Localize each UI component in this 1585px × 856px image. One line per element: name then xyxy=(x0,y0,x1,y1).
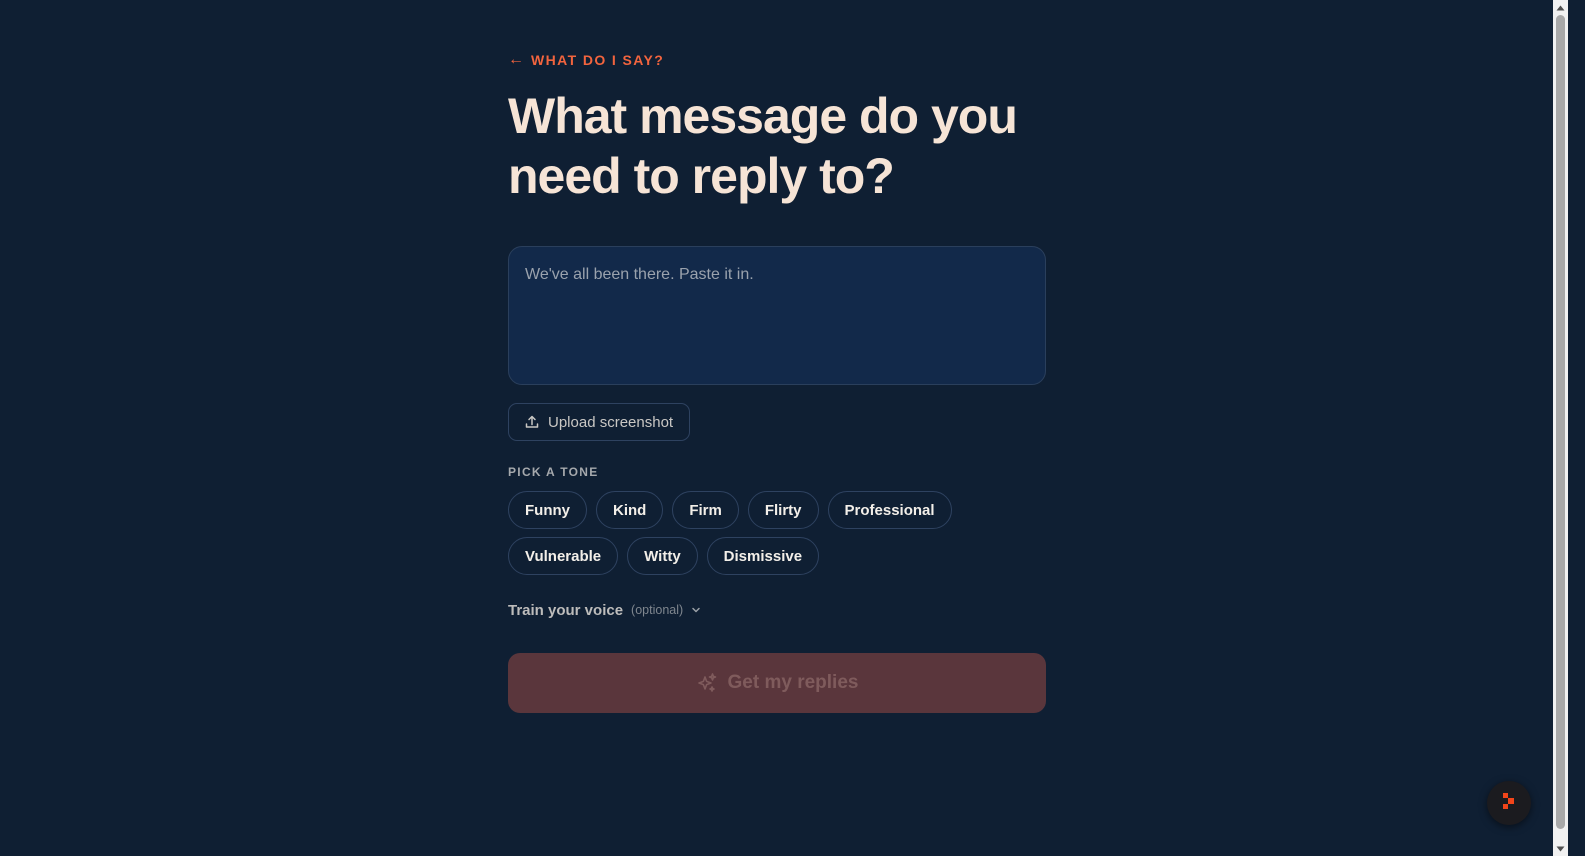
upload-icon xyxy=(525,415,539,429)
page: ← WHAT DO I SAY? What message do you nee… xyxy=(0,0,1585,856)
sparkles-icon xyxy=(696,672,718,694)
tone-chip-witty[interactable]: Witty xyxy=(627,537,698,575)
get-replies-label: Get my replies xyxy=(727,672,859,693)
back-link-label: WHAT DO I SAY? xyxy=(531,52,665,68)
upload-button-label: Upload screenshot xyxy=(548,413,674,431)
back-arrow-icon: ← xyxy=(508,51,524,68)
tone-options: Funny Kind Firm Flirty Professional Vuln… xyxy=(508,491,1046,575)
scroll-up-arrow-icon[interactable] xyxy=(1553,0,1568,15)
chevron-down-icon xyxy=(691,605,701,615)
train-voice-label: Train your voice xyxy=(508,601,624,619)
scroll-down-arrow-icon[interactable] xyxy=(1553,841,1568,856)
tone-chip-dismissive[interactable]: Dismissive xyxy=(706,537,820,575)
floating-app-button[interactable] xyxy=(1487,781,1531,825)
tone-chip-firm[interactable]: Firm xyxy=(672,491,739,529)
app-logo-icon xyxy=(1499,791,1519,816)
get-replies-button[interactable]: Get my replies xyxy=(508,653,1046,713)
train-voice-toggle[interactable]: Train your voice (optional) xyxy=(508,599,1046,621)
vertical-scrollbar[interactable] xyxy=(1553,0,1568,856)
message-input[interactable] xyxy=(508,246,1046,385)
back-link[interactable]: ← WHAT DO I SAY? xyxy=(508,48,1046,72)
main-content: ← WHAT DO I SAY? What message do you nee… xyxy=(508,48,1046,713)
tone-chip-flirty[interactable]: Flirty xyxy=(747,491,819,529)
tone-chip-kind[interactable]: Kind xyxy=(596,491,664,529)
page-title: What message do you need to reply to? xyxy=(508,88,1018,204)
scrollbar-thumb[interactable] xyxy=(1556,15,1565,829)
tone-chip-funny[interactable]: Funny xyxy=(508,491,587,529)
tone-chip-vulnerable[interactable]: Vulnerable xyxy=(508,537,619,575)
upload-screenshot-button[interactable]: Upload screenshot xyxy=(508,403,691,441)
tone-chip-professional[interactable]: Professional xyxy=(827,491,952,529)
tone-section-label: PICK A TONE xyxy=(508,465,599,479)
optional-label: (optional) xyxy=(631,603,684,617)
